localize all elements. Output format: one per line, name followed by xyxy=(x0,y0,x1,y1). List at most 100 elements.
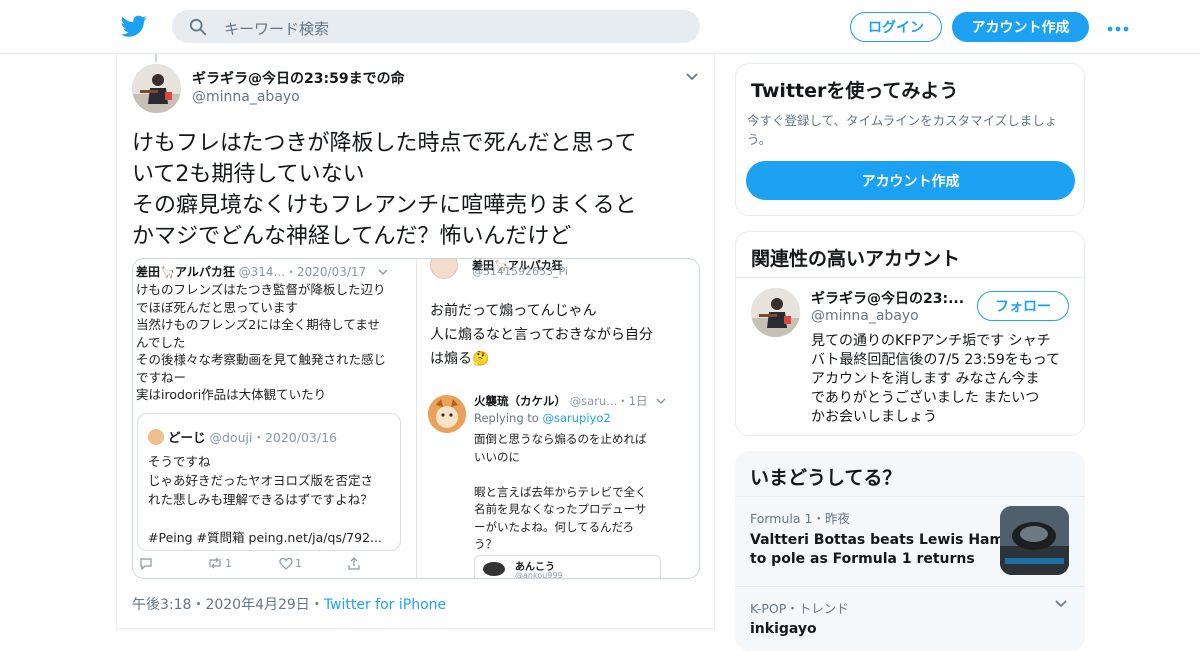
screenshot-text: けものフレンズはたつき監督が降板した辺り でほぼ死んだと思っています 当然けもの… xyxy=(136,281,414,404)
screenshot-text-line: けものフレンズはたつき監督が降板した辺り xyxy=(136,282,386,297)
replying-to-handle: @sarupiyo2 xyxy=(542,411,611,425)
trend-thumbnail[interactable] xyxy=(1000,506,1069,575)
tweet-media-image[interactable]: 差田🦙アルパカ狂 @314...・2020/03/17 けものフレンズはたつき監… xyxy=(132,258,700,579)
media-screenshot-right: 差田🦙アルパカ狂 @3141592653_Pi お前だって煽ってんじゃん 人に煽… xyxy=(418,259,699,579)
bio-line: かお会いしましょう xyxy=(811,409,937,425)
tweet-text-line: いて2も期待していない xyxy=(132,162,365,187)
screenshot-text-line: その後様々な考察動画を見て触発された感じ xyxy=(136,352,387,367)
avatar[interactable] xyxy=(751,288,800,337)
screenshot-author-handle: @3141592653_Pi xyxy=(472,265,568,278)
screenshot-text-line: 人に煽るなと言っておきながら自分 xyxy=(430,327,653,343)
card-description: 今すぐ登録して、タイムラインをカスタマイズしましょう。 xyxy=(747,113,1058,147)
related-account-bio: 見ての通りのKFPアンチ垢です シャチ バト最終回配信後の7/5 23:59をも… xyxy=(811,332,1073,427)
quoted-author-name: どーじ xyxy=(168,430,206,445)
author-name[interactable]: ギラギラ@今日の23:59までの命 xyxy=(192,68,405,88)
reply-text-line: 名前を見なくなったプロデューサ xyxy=(474,502,647,516)
search-icon xyxy=(189,18,207,36)
avatar[interactable] xyxy=(132,64,181,113)
avatar xyxy=(483,562,505,576)
reply-text-line: 面倒と思うなら煽るのを止めれば xyxy=(474,432,647,446)
screenshot-text-line: 当然けものフレンズ2には全く期待してませ xyxy=(136,317,380,332)
quoted-tweet: どーじ @douji・2020/03/16 そうですね じゃあ好きだったヤオヨロ… xyxy=(137,413,401,551)
quoted-tweet-text: そうですね じゃあ好きだったヤオヨロズ版を否定さ れた悲しみも理解できるはずです… xyxy=(148,452,400,547)
screenshot-author-name: 差田🦙アルパカ狂 xyxy=(136,265,235,279)
screenshot-text-line: ですねー xyxy=(136,369,187,385)
screenshot-text-line: でほぼ死んだと思っています xyxy=(136,299,298,315)
quoted-text-line: #Peing #質問箱 peing.net/ja/qs/792... xyxy=(148,530,382,545)
quoted-text-line: じゃあ好きだったヤオヨロズ版を否定さ xyxy=(148,473,374,488)
replying-to-label: Replying to xyxy=(474,411,543,425)
nested-quoted-tweet: あんこう @ankou999 xyxy=(474,555,661,579)
trend-headline: Valtteri Bottas beats Lewis Hamilton to … xyxy=(750,531,1040,569)
avatar xyxy=(430,259,458,279)
screenshot-text-line: は煽る🤔 xyxy=(430,351,490,367)
reply-text-line: う？ xyxy=(474,537,497,551)
chevron-down-icon[interactable] xyxy=(1055,599,1067,609)
nested-author-handle: @ankou999 xyxy=(515,571,563,579)
reply-text-line: いいのに xyxy=(474,449,520,464)
screenshot-text-line: 実はirodori作品は大体観ていたり xyxy=(136,387,327,402)
follow-button[interactable]: フォロー xyxy=(977,291,1069,321)
related-account-handle[interactable]: @minna_abayo xyxy=(811,308,919,324)
reply-author-name: 火襲琉（カケル） xyxy=(474,394,566,408)
trends-card: いまどうしてる？ Formula 1・昨夜 Valtteri Bottas be… xyxy=(735,451,1085,651)
trend-headline-line: Valtteri Bottas beats Lewis Hamilton xyxy=(750,532,1040,548)
tweet-text-line: その癖見境なくけもフレアンチに喧嘩売りまくると xyxy=(132,193,637,218)
quoted-tweet-header: どーじ @douji・2020/03/16 xyxy=(148,427,337,446)
trend-category: Formula 1・昨夜 xyxy=(750,511,850,526)
avatar xyxy=(148,429,164,445)
author-handle[interactable]: @minna_abayo xyxy=(192,89,300,105)
replying-to-line: Replying to @sarupiyo2 xyxy=(474,411,611,425)
quoted-handle-date: @douji・2020/03/16 xyxy=(209,430,338,445)
divider xyxy=(735,496,1085,497)
card-title: いまどうしてる？ xyxy=(750,467,902,489)
bio-line: バト最終回配信後の7/5 23:59をもって xyxy=(811,352,1061,368)
twitter-bird-logo-icon[interactable] xyxy=(120,13,148,39)
tweet-text: けもフレはたつきが降板した時点で死んだと思って いて2も期待していない その癖見… xyxy=(132,128,702,252)
tweet-text-line: けもフレはたつきが降板した時点で死んだと思って xyxy=(132,131,637,156)
signup-prompt-card: Twitterを使ってみよう 今すぐ登録して、タイムラインをカスタマイズしましょ… xyxy=(735,63,1085,216)
quoted-text-line: そうですね xyxy=(148,454,211,469)
tweet-date[interactable]: 2020年4月29日 xyxy=(205,597,309,613)
trend-item[interactable]: Formula 1・昨夜 Valtteri Bottas beats Lewis… xyxy=(750,508,1040,569)
reply-text-line: 暇と言えば去年からテレビで全く xyxy=(474,484,647,499)
more-dots-icon[interactable] xyxy=(1107,18,1129,34)
tweet-detail: ギラギラ@今日の23:59までの命 @minna_abayo けもフレはたつきが… xyxy=(116,54,715,630)
tweet-time[interactable]: 午後3:18 xyxy=(132,597,191,613)
card-title: Twitterを使ってみよう xyxy=(751,80,959,102)
login-button[interactable]: ログイン xyxy=(850,12,942,42)
related-account-name[interactable]: ギラギラ@今日の23:... xyxy=(811,288,964,308)
quoted-text-line: れた悲しみも理解できるはずですよね？ xyxy=(148,492,373,507)
retweet-count: 1 xyxy=(225,557,232,570)
chevron-down-icon xyxy=(378,269,388,275)
avatar xyxy=(428,395,466,433)
reply-header: 火襲琉（カケル） @saru...・1日 xyxy=(474,393,666,409)
like-count: 1 xyxy=(295,557,302,570)
trend-headline-line: to pole as Formula 1 returns xyxy=(750,551,975,567)
search-box[interactable]: キーワード検索 xyxy=(172,10,700,43)
reply-text-line: ーがいたよね。何してるんだろ xyxy=(474,519,634,534)
tweet-text-line: かマジでどんな神経してんだ？怖いんだけど xyxy=(132,224,572,249)
divider xyxy=(117,628,714,629)
divider xyxy=(736,277,1084,278)
divider xyxy=(735,586,1085,587)
bio-line: アカウントを消します みなさん今ま xyxy=(811,371,1040,387)
screenshot-text-line: お前だって煽ってんじゃん xyxy=(430,303,597,319)
chevron-down-icon xyxy=(656,398,666,404)
reply-handle-time: @saru...・1日 xyxy=(569,394,648,408)
trend-item[interactable]: K-POP・トレンド inkigayo xyxy=(750,598,849,637)
tweet-meta: 午後3:18・2020年4月29日・Twitter for iPhone xyxy=(132,597,447,613)
media-screenshot-left: 差田🦙アルパカ狂 @314...・2020/03/17 けものフレンズはたつき監… xyxy=(133,259,417,578)
trend-category: K-POP・トレンド xyxy=(750,601,849,616)
related-accounts-card: 関連性の高いアカウント ギラギラ@今日の23:... @minna_abayo … xyxy=(735,231,1085,436)
trend-title: inkigayo xyxy=(750,621,817,637)
create-account-button[interactable]: アカウント作成 xyxy=(746,161,1075,200)
signup-button[interactable]: アカウント作成 xyxy=(952,12,1089,42)
reply-icon xyxy=(140,558,152,570)
retweet-icon xyxy=(209,557,221,569)
tweet-source-link[interactable]: Twitter for iPhone xyxy=(324,597,446,613)
heart-icon xyxy=(279,557,293,570)
search-input[interactable]: キーワード検索 xyxy=(224,18,329,39)
chevron-down-icon[interactable] xyxy=(685,70,699,84)
reply-text: 面倒と思うなら煽るのを止めれば いいのに 暇と言えば去年からテレビで全く 名前を… xyxy=(474,431,694,554)
